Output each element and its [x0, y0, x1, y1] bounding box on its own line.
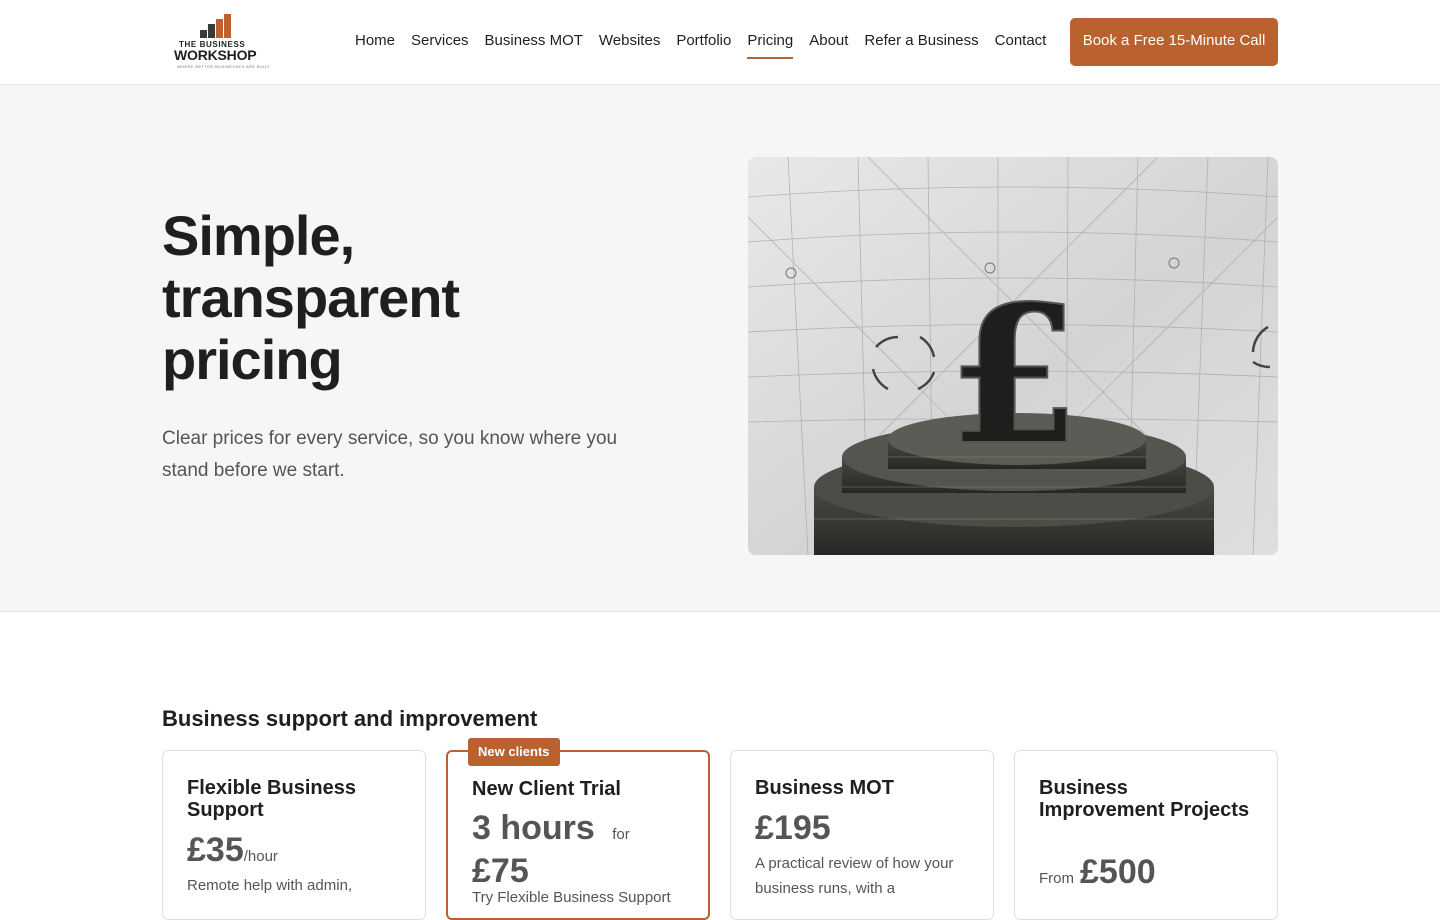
- card-title: Business Improvement Projects: [1039, 777, 1250, 821]
- new-clients-badge: New clients: [468, 738, 560, 766]
- price-value: £500: [1080, 853, 1156, 891]
- card-description: Remote help with admin,: [187, 877, 353, 894]
- card-price: 3 hours for £75: [472, 810, 630, 889]
- pricing-card-new-client-trial[interactable]: New clients New Client Trial 3 hours for…: [446, 738, 710, 920]
- page-title: Simple, transparent pricing: [162, 204, 460, 391]
- nav-services[interactable]: Services: [403, 30, 477, 60]
- logo-main-text: WORKSHOP: [174, 47, 257, 63]
- nav-contact[interactable]: Contact: [987, 30, 1055, 60]
- nav-refer-a-business[interactable]: Refer a Business: [856, 30, 986, 60]
- nav-business-mot[interactable]: Business MOT: [477, 30, 591, 60]
- card-description: A practical review of how your business …: [755, 855, 954, 897]
- price-for: for: [612, 826, 630, 843]
- pricing-card-improvement-projects[interactable]: Business Improvement Projects From £500: [1014, 750, 1278, 920]
- card-description: Try Flexible Business Support: [472, 889, 671, 906]
- logo-tagline: WHERE BETTER BUSINESSES ARE BUILT: [177, 64, 270, 69]
- section-title: Business support and improvement: [162, 706, 538, 731]
- price-value: £35: [187, 831, 244, 869]
- brand-logo[interactable]: THE BUSINESS WORKSHOP WHERE BETTER BUSIN…: [172, 14, 270, 70]
- pound-sign-podium-image: £: [748, 157, 1278, 555]
- card-title: New Client Trial: [472, 778, 621, 800]
- pricing-card-business-mot[interactable]: Business MOT £195 A practical review of …: [730, 750, 994, 920]
- nav-pricing[interactable]: Pricing: [739, 30, 801, 60]
- card-price: From £500: [1039, 853, 1156, 892]
- card-title: Business MOT: [755, 777, 894, 799]
- price-unit: /hour: [243, 848, 278, 865]
- nav-about[interactable]: About: [801, 30, 856, 60]
- hero-section: Simple, transparent pricing Clear prices…: [0, 85, 1440, 612]
- price-from: From: [1039, 870, 1074, 887]
- book-call-button[interactable]: Book a Free 15-Minute Call: [1070, 18, 1278, 66]
- pound-sign-podium-icon: £: [748, 157, 1278, 555]
- card-price: £195: [755, 809, 831, 847]
- card-price: £35/hour: [187, 831, 278, 870]
- site-header: THE BUSINESS WORKSHOP WHERE BETTER BUSIN…: [0, 0, 1440, 85]
- nav-home[interactable]: Home: [347, 30, 403, 60]
- hero-subtitle: Clear prices for every service, so you k…: [162, 428, 618, 481]
- svg-text:£: £: [948, 264, 1080, 487]
- nav-websites[interactable]: Websites: [591, 30, 668, 60]
- pricing-card-flexible-support[interactable]: Flexible Business Support £35/hour Remot…: [162, 750, 426, 920]
- nav-portfolio[interactable]: Portfolio: [668, 30, 739, 60]
- card-title: Flexible Business Support: [187, 777, 356, 821]
- price-hours: 3 hours: [472, 809, 595, 847]
- main-nav: Home Services Business MOT Websites Port…: [347, 30, 1054, 60]
- bar-chart-logo-icon: [200, 14, 234, 38]
